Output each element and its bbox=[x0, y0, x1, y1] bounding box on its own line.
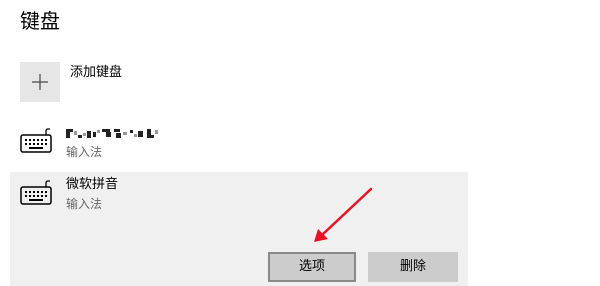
remove-button[interactable]: 删除 bbox=[368, 252, 458, 282]
add-keyboard-label: 添加键盘 bbox=[70, 65, 123, 80]
add-tile[interactable] bbox=[20, 62, 60, 102]
keyboard-type-label: 输入法 bbox=[66, 145, 103, 159]
keyboard-item-selected[interactable]: 微软拼音 输入法 选项 删除 bbox=[10, 172, 468, 286]
keyboard-icon bbox=[20, 128, 52, 153]
keyboard-item[interactable]: 输入法 bbox=[10, 120, 468, 174]
options-button[interactable]: 选项 bbox=[268, 252, 356, 282]
plus-icon bbox=[32, 74, 48, 90]
redacted-keyboard-name bbox=[66, 129, 158, 138]
keyboard-icon bbox=[20, 180, 52, 205]
keyboard-name-label: 微软拼音 bbox=[66, 177, 119, 192]
add-keyboard-button[interactable]: 添加键盘 bbox=[20, 62, 460, 104]
section-title: 键盘 bbox=[20, 9, 60, 33]
keyboard-type-label: 输入法 bbox=[66, 197, 103, 211]
